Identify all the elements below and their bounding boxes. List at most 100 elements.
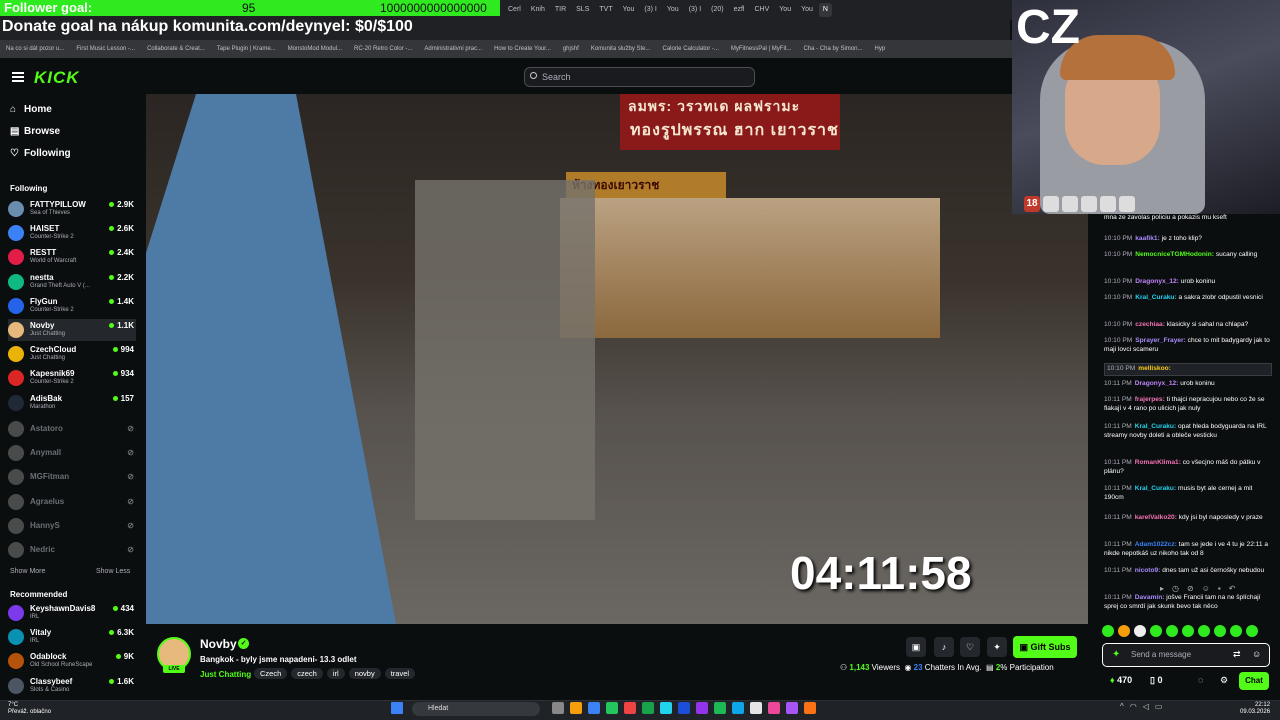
browser-tab[interactable]: CHV: [751, 3, 774, 17]
emote-icon[interactable]: [1198, 625, 1210, 637]
taskbar-app-icon[interactable]: [588, 702, 600, 714]
browser-tab[interactable]: (3) I: [685, 3, 705, 17]
chat-username[interactable]: czechiaa:: [1135, 321, 1165, 328]
taskbar-app-icon[interactable]: [786, 702, 798, 714]
stream-category-link[interactable]: Just Chatting: [200, 670, 251, 679]
sidebar-channel[interactable]: FlyGun Counter-Strike 2 1.4K: [8, 295, 136, 317]
recommended-channel[interactable]: KeyshawnDavis8 IRL 434: [8, 602, 136, 624]
stream-tag[interactable]: travel: [384, 668, 416, 679]
wifi-icon[interactable]: ◠: [1130, 702, 1137, 711]
taskbar-app-icon[interactable]: [696, 702, 708, 714]
emote-icon[interactable]: ☺: [1202, 584, 1210, 596]
sidebar-channel-offline[interactable]: HannyS ⊘: [8, 515, 136, 537]
taskbar-clock[interactable]: 22:12 09.03.2026: [1240, 702, 1270, 716]
sidebar-channel[interactable]: nestta Grand Theft Auto V (... 2.2K: [8, 271, 136, 293]
emote-icon[interactable]: [1134, 625, 1146, 637]
emote-icon[interactable]: [1214, 625, 1226, 637]
chat-username[interactable]: Dragonyx_12:: [1135, 278, 1179, 285]
browser-tab[interactable]: N: [818, 3, 832, 17]
taskbar-app-icon[interactable]: [552, 702, 564, 714]
sidebar-channel[interactable]: Novby Just Chatting 1.1K: [8, 319, 136, 341]
bookmark-item[interactable]: RC-20 Retro Color -...: [354, 46, 412, 52]
bookmark-item[interactable]: Calorie Calculator -...: [663, 46, 719, 52]
sidebar-channel[interactable]: AdisBak Marathon 157: [8, 392, 136, 414]
browser-tab[interactable]: (20): [707, 3, 727, 17]
play-icon[interactable]: ▸: [1160, 584, 1164, 596]
mute-icon[interactable]: ⊘: [1187, 584, 1194, 596]
chat-bubble-icon[interactable]: ◌: [1198, 675, 1203, 685]
emote-icon[interactable]: [1102, 625, 1114, 637]
bookmark-item[interactable]: Na co si dát pozor u...: [6, 46, 64, 52]
bookmark-item[interactable]: Collaborate & Creat...: [147, 46, 205, 52]
taskbar-app-icon[interactable]: [714, 702, 726, 714]
browser-tab[interactable]: You: [797, 3, 817, 17]
clip-button-icon[interactable]: ▣: [906, 637, 926, 657]
chat-username[interactable]: karelValko20:: [1135, 514, 1177, 521]
recommended-channel[interactable]: Classybeef Slots & Casino 1.6K: [8, 675, 136, 697]
taskbar-app-icon[interactable]: [768, 702, 780, 714]
clock-icon[interactable]: ◷: [1172, 584, 1179, 596]
chat-username[interactable]: Adam1022cz:: [1135, 541, 1177, 548]
share-icon[interactable]: ✦: [987, 637, 1007, 657]
bookmark-item[interactable]: How to Create Your...: [494, 46, 551, 52]
taskbar-app-icon[interactable]: [570, 702, 582, 714]
browser-tab[interactable]: Cerl: [504, 3, 525, 17]
channel-points[interactable]: ♦ 470: [1110, 675, 1132, 685]
taskbar-app-icon[interactable]: [606, 702, 618, 714]
browser-tab[interactable]: You: [619, 3, 639, 17]
gift-subs-button[interactable]: ▣ Gift Subs: [1013, 636, 1077, 658]
browser-tab[interactable]: TIR: [551, 3, 570, 17]
chat-username[interactable]: frajerpes:: [1135, 396, 1165, 403]
browser-tab[interactable]: Knih: [527, 3, 549, 17]
sidebar-channel[interactable]: CzechCloud Just Chatting 994: [8, 343, 136, 365]
taskbar-app-icon[interactable]: [624, 702, 636, 714]
browser-tab[interactable]: You: [663, 3, 683, 17]
sidebar-channel-offline[interactable]: Anymall ⊘: [8, 442, 136, 464]
bookmark-item[interactable]: Administrativní prac...: [424, 46, 482, 52]
emote-icon[interactable]: [1118, 625, 1130, 637]
stream-tag[interactable]: Czech: [254, 668, 288, 679]
sidebar-channel[interactable]: RESTT World of Warcraft 2.4K: [8, 246, 136, 268]
taskbar-app-icon[interactable]: [678, 702, 690, 714]
chevron-up-icon[interactable]: ^: [1120, 702, 1124, 711]
emoji-icon[interactable]: ☺: [1252, 649, 1261, 659]
taskbar-app-icon[interactable]: [804, 702, 816, 714]
chat-username[interactable]: NemocniceTGMHodonin:: [1135, 251, 1214, 258]
browser-tab[interactable]: SLS: [572, 3, 593, 17]
stream-tag[interactable]: czech: [291, 668, 323, 679]
emote-icon[interactable]: [1246, 625, 1258, 637]
taskbar-app-icon[interactable]: [732, 702, 744, 714]
chat-username[interactable]: Kral_Curaku:: [1135, 485, 1176, 492]
emote-icon[interactable]: [1230, 625, 1242, 637]
bookmark-item[interactable]: MyFitnessPal | MyFit...: [731, 46, 792, 52]
show-less-button[interactable]: Show Less: [96, 568, 130, 575]
pin-icon[interactable]: ▪: [1218, 584, 1221, 596]
taskbar-app-icon[interactable]: [750, 702, 762, 714]
secondary-count[interactable]: ▯ 0: [1150, 675, 1162, 686]
chat-username[interactable]: Sprayer_Frayer:: [1135, 337, 1186, 344]
nav-browse[interactable]: ▤ Browse: [10, 126, 60, 137]
browser-tab[interactable]: (3) I: [640, 3, 660, 17]
browser-tab[interactable]: ezfl: [730, 3, 749, 17]
sidebar-channel-offline[interactable]: Agraelus ⊘: [8, 491, 136, 513]
stream-tag[interactable]: irl: [326, 668, 345, 679]
emote-icon[interactable]: [1150, 625, 1162, 637]
sidebar-channel-offline[interactable]: MGFitman ⊘: [8, 466, 136, 488]
chat-username[interactable]: kaafik1:: [1135, 235, 1160, 242]
chat-username[interactable]: melliskoo:: [1138, 365, 1171, 372]
taskbar-search[interactable]: Hledat: [412, 702, 540, 716]
bookmark-item[interactable]: MonstoMod Modul...: [288, 46, 342, 52]
translate-icon[interactable]: ⇄: [1233, 649, 1241, 660]
recommended-channel[interactable]: Vitaly IRL 6.3K: [8, 626, 136, 648]
battery-icon[interactable]: ▭: [1155, 702, 1163, 711]
emote-icon[interactable]: [1166, 625, 1178, 637]
search-input[interactable]: Search: [524, 67, 755, 87]
bookmark-item[interactable]: Cha - Cha by Simon...: [803, 46, 862, 52]
bookmark-item[interactable]: Hyp: [874, 46, 885, 52]
undo-icon[interactable]: ↶: [1229, 584, 1236, 596]
bookmark-item[interactable]: ghjshf: [563, 46, 579, 52]
windows-start-icon[interactable]: [391, 702, 403, 714]
chat-send-button[interactable]: Chat: [1239, 672, 1269, 690]
stream-tag[interactable]: novby: [348, 668, 381, 679]
taskbar-app-icon[interactable]: [660, 702, 672, 714]
